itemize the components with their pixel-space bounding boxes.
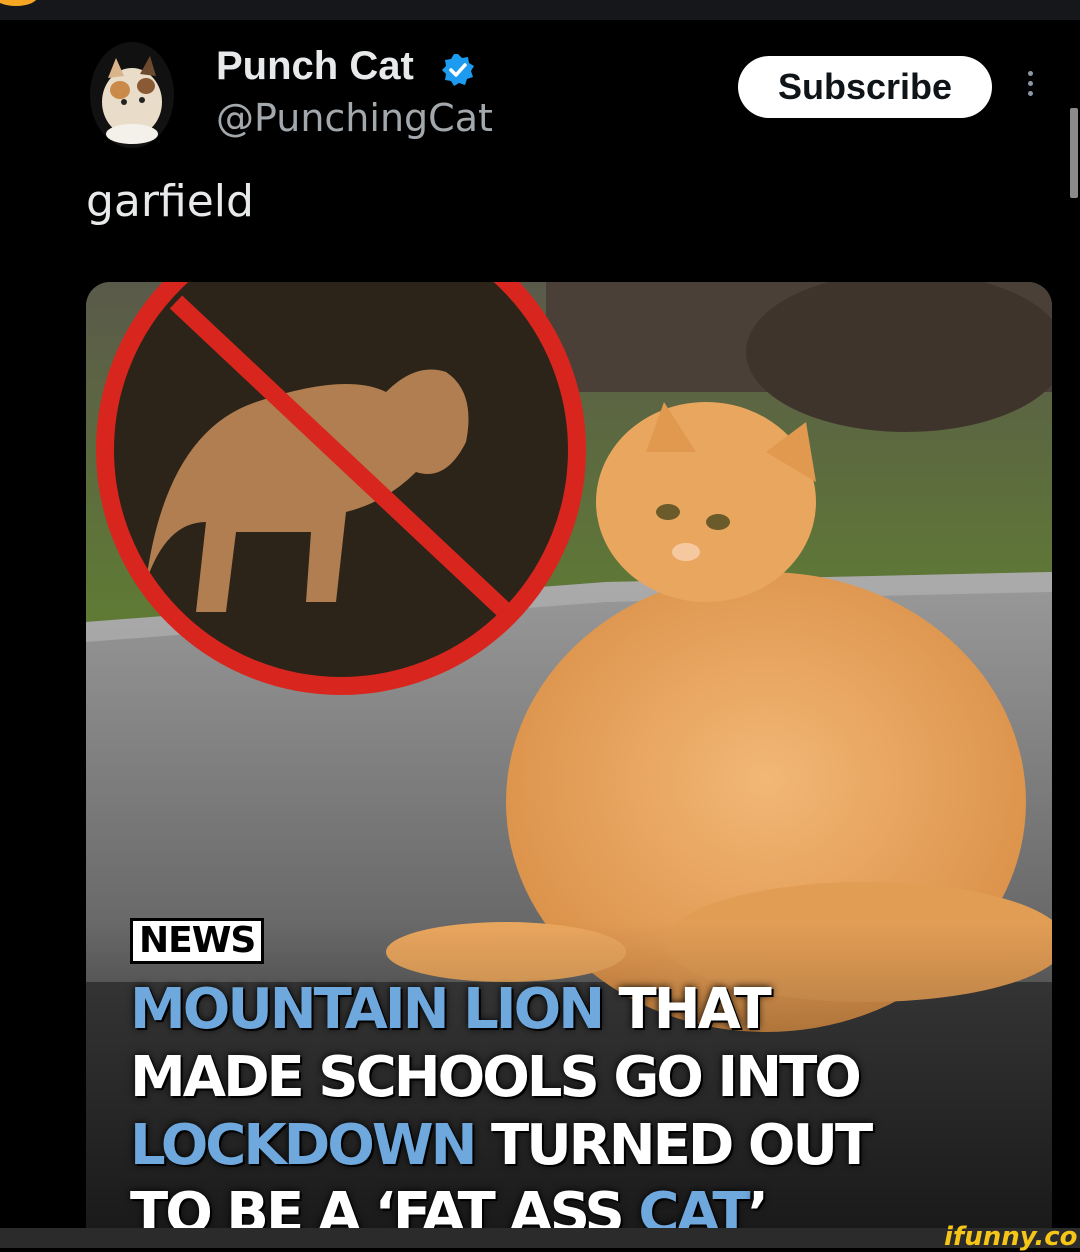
top-strip [0,0,1080,20]
headline-blue-4: CAT [638,1181,750,1228]
headline-line-3: LOCKDOWN TURNED OUT [130,1112,1050,1180]
news-caption: NEWS MOUNTAIN LION THAT MADE SCHOOLS GO … [130,918,1050,1228]
headline-white-4: TO BE A ‘FAT ASS [130,1181,639,1228]
verified-badge-icon [442,54,474,86]
news-tag: NEWS [130,918,265,964]
headline-end-4: ’ [747,1181,769,1228]
avatar[interactable] [90,42,174,148]
headline-line-1: MOUNTAIN LION THAT [130,976,1050,1044]
headline: MOUNTAIN LION THAT MADE SCHOOLS GO INTO … [130,976,1050,1228]
headline-white-2: MADE SCHOOLS GO INTO [130,1045,862,1110]
post-image[interactable]: NEWS MOUNTAIN LION THAT MADE SCHOOLS GO … [86,282,1052,1228]
app-icon-fragment [0,0,38,6]
bottom-strip [0,1228,1080,1248]
subscribe-button[interactable]: Subscribe [738,56,992,118]
headline-line-4: TO BE A ‘FAT ASS CAT’ [130,1180,1050,1228]
headline-line-2: MADE SCHOOLS GO INTO [130,1044,1050,1112]
headline-white-3: TURNED OUT [474,1113,873,1178]
post-text: garfield [86,176,254,227]
headline-blue-3: LOCKDOWN [130,1113,478,1178]
author-handle[interactable]: @PunchingCat [216,94,493,142]
author-name[interactable]: Punch Cat [216,42,414,90]
headline-blue-1: MOUNTAIN LION [130,977,605,1042]
scrollbar[interactable] [1070,108,1078,198]
headline-white-1: THAT [602,977,772,1042]
more-vertical-icon[interactable] [1018,66,1042,110]
